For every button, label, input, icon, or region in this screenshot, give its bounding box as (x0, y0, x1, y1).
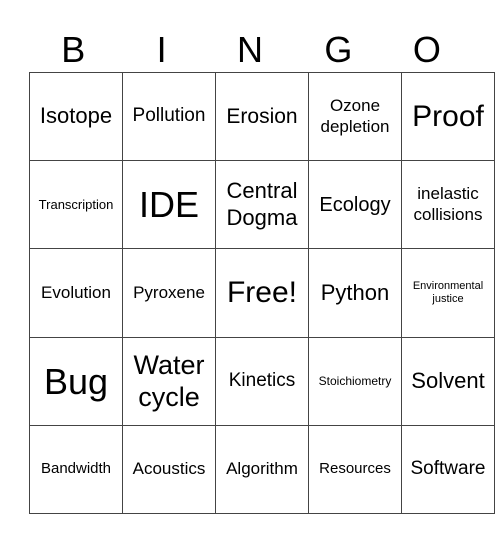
bingo-cell-free[interactable]: Free! (215, 248, 309, 338)
bingo-cell[interactable]: Python (308, 248, 402, 338)
bingo-cell[interactable]: Acoustics (122, 424, 216, 515)
header-letter-o: O (412, 29, 441, 70)
bingo-cell[interactable]: Algorithm (215, 424, 309, 515)
bingo-cell[interactable]: Isotope (29, 71, 123, 162)
bingo-cell[interactable]: Transcription (29, 160, 123, 250)
bingo-cell[interactable]: Bug (29, 336, 123, 426)
header-letter-n: N (237, 29, 264, 70)
bingo-cell[interactable]: Erosion (215, 71, 309, 162)
bingo-cell[interactable]: IDE (122, 160, 216, 250)
bingo-cell[interactable]: Pyroxene (122, 248, 216, 338)
bingo-cell[interactable]: Environmental justice (401, 248, 495, 338)
header-letter-g: G (324, 29, 353, 70)
header-letter-i: I (156, 29, 167, 70)
bingo-cell[interactable]: Ecology (308, 160, 402, 250)
grid-row: Bug Water cycle Kinetics Stoichiometry S… (29, 336, 495, 426)
grid-row: Evolution Pyroxene Free! Python Environm… (29, 248, 495, 338)
bingo-cell[interactable]: Stoichiometry (308, 336, 402, 426)
bingo-cell[interactable]: Ozone depletion (308, 71, 402, 162)
bingo-cell[interactable]: Water cycle (122, 336, 216, 426)
bingo-cell[interactable]: Evolution (29, 248, 123, 338)
bingo-header: B I N G O (29, 28, 471, 72)
bingo-cell[interactable]: Central Dogma (215, 160, 309, 250)
bingo-cell[interactable]: Pollution (122, 71, 216, 162)
bingo-cell[interactable]: Proof (401, 71, 495, 162)
bingo-cell[interactable]: Bandwidth (29, 424, 123, 515)
grid-row: Isotope Pollution Erosion Ozone depletio… (29, 71, 495, 162)
header-letter-b: B (61, 29, 86, 70)
bingo-cell[interactable]: Kinetics (215, 336, 309, 426)
bingo-grid: Isotope Pollution Erosion Ozone depletio… (29, 71, 495, 515)
bingo-cell[interactable]: Solvent (401, 336, 495, 426)
grid-row: Transcription IDE Central Dogma Ecology … (29, 160, 495, 250)
bingo-cell[interactable]: Software (401, 424, 495, 515)
bingo-cell[interactable]: inelastic collisions (401, 160, 495, 250)
bingo-cell[interactable]: Resources (308, 424, 402, 515)
grid-row: Bandwidth Acoustics Algorithm Resources … (29, 424, 495, 515)
